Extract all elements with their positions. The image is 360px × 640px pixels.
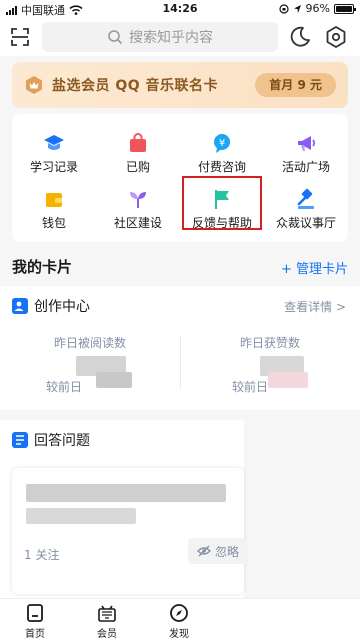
- grid-item-label: 社区建设: [113, 216, 162, 230]
- location-icon: [293, 4, 301, 13]
- tab-label: 发现: [169, 629, 189, 640]
- compass-icon: [170, 604, 188, 622]
- creation-center-header: 创作中心: [12, 296, 90, 316]
- vip-price-button[interactable]: 首月 9 元: [255, 73, 336, 97]
- my-cards-header: 我的卡片 + 管理卡片: [12, 256, 348, 278]
- wallet-icon: [46, 193, 62, 207]
- tab-label: 首页: [25, 629, 45, 640]
- tab-label: 会员: [97, 629, 117, 640]
- eye-off-icon: [197, 545, 211, 557]
- tab-discover[interactable]: 发现: [154, 603, 204, 640]
- megaphone-icon: [298, 136, 316, 151]
- ignore-button[interactable]: 忽略: [188, 538, 248, 564]
- creation-center-card: 创作中心 查看详情 > 昨日被阅读数 昨日获赞数 较前日 较前日: [0, 286, 360, 410]
- stat-read-label: 昨日被阅读数: [53, 336, 126, 350]
- sprout-icon: [130, 192, 146, 208]
- blurred-value: [268, 372, 308, 388]
- grid-item-label: 学习记录: [29, 160, 78, 174]
- ignore-label: 忽略: [214, 544, 239, 559]
- status-bar: 中国联通 14:26 96%: [0, 0, 360, 18]
- question-icon: [12, 432, 28, 448]
- stat-divider: [180, 336, 181, 390]
- search-input[interactable]: 搜索知乎内容: [42, 22, 278, 52]
- stat-likes-label: 昨日获赞数: [239, 336, 300, 350]
- tab-vip[interactable]: 会员: [82, 603, 132, 640]
- grid-item-label: 钱包: [41, 216, 66, 230]
- svg-text:¥: ¥: [219, 138, 225, 149]
- grid-item-purchased[interactable]: 已购: [96, 128, 180, 176]
- grid-item-paid-consult[interactable]: ¥ 付费咨询: [180, 128, 264, 176]
- battery-percent: 96%: [305, 2, 330, 15]
- settings-icon[interactable]: [324, 25, 348, 49]
- vip-banner-text: 盐选会员 QQ 音乐联名卡: [52, 78, 219, 94]
- grid-item-community[interactable]: 社区建设: [96, 184, 180, 232]
- blurred-question-text: [26, 508, 136, 524]
- moon-icon[interactable]: [288, 25, 312, 49]
- my-cards-title: 我的卡片: [12, 258, 73, 276]
- creation-center-title: 创作中心: [34, 299, 90, 315]
- grid-item-label: 众裁议事厅: [275, 216, 336, 230]
- stat-likes-compare: 较前日: [232, 380, 269, 394]
- grid-item-label: 活动广场: [281, 160, 330, 174]
- view-details-link[interactable]: 查看详情 >: [284, 298, 346, 315]
- manage-cards-link[interactable]: + 管理卡片: [281, 258, 348, 277]
- battery-icon: [334, 3, 356, 14]
- grid-item-activity-square[interactable]: 活动广场: [264, 128, 348, 176]
- blurred-value: [96, 372, 132, 388]
- highlight-box: [182, 176, 262, 230]
- scan-icon[interactable]: [10, 27, 30, 47]
- creator-icon: [12, 298, 28, 314]
- question-item[interactable]: 1 关注 忽略: [12, 468, 248, 594]
- grid-item-study-record[interactable]: 学习记录: [12, 128, 96, 176]
- answer-question-header: 回答问题: [12, 430, 90, 450]
- vip-crown-icon: [26, 76, 42, 94]
- vip-icon: [98, 605, 116, 622]
- rotation-lock-icon: [278, 3, 289, 14]
- grid-item-label: 付费咨询: [197, 160, 246, 174]
- blurred-question-text: [26, 484, 226, 502]
- shopping-bag-icon: [130, 133, 146, 152]
- follow-count: 1 关注: [24, 548, 60, 562]
- gavel-icon: [297, 188, 314, 209]
- grid-item-label: 已购: [125, 160, 150, 174]
- search-icon: [108, 30, 123, 45]
- answer-question-title: 回答问题: [34, 433, 90, 449]
- tab-home[interactable]: 首页: [10, 603, 60, 640]
- home-icon: [27, 604, 43, 622]
- yuan-chat-icon: ¥: [214, 134, 230, 153]
- status-right: 96%: [278, 2, 356, 15]
- grid-item-jury-hall[interactable]: 众裁议事厅: [264, 184, 348, 232]
- graduation-cap-icon: [44, 135, 64, 150]
- vip-banner[interactable]: 盐选会员 QQ 音乐联名卡 首月 9 元: [12, 62, 348, 108]
- search-placeholder: 搜索知乎内容: [129, 30, 213, 46]
- grid-item-wallet[interactable]: 钱包: [12, 184, 96, 232]
- answer-question-card: 回答问题 1 关注 忽略: [0, 420, 248, 602]
- tab-bar: 首页 会员 发现: [0, 598, 360, 640]
- top-bar: 搜索知乎内容: [0, 18, 360, 56]
- feature-grid: 学习记录 已购 ¥ 付费咨询 活动广场 钱包 社区建设 反馈与帮助 众裁议事厅: [12, 114, 348, 242]
- stat-read-compare: 较前日: [46, 380, 83, 394]
